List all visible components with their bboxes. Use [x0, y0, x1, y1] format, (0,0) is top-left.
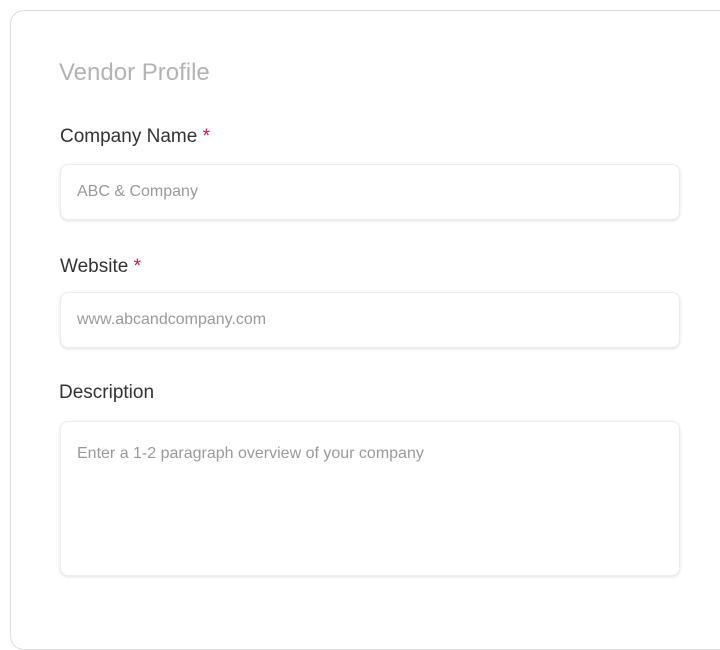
- required-marker: *: [202, 126, 210, 147]
- description-label-text: Description: [59, 382, 155, 403]
- company-name-label-text: Company Name: [60, 126, 198, 147]
- website-input[interactable]: [60, 292, 680, 348]
- description-label: Description: [59, 381, 154, 405]
- form-title: Vendor Profile: [59, 59, 210, 86]
- company-name-input[interactable]: [60, 164, 680, 220]
- required-marker: *: [133, 256, 141, 277]
- website-label-text: Website: [60, 256, 129, 277]
- company-name-label: Company Name *: [60, 125, 210, 149]
- description-textarea[interactable]: [60, 421, 680, 576]
- website-label: Website *: [60, 255, 141, 279]
